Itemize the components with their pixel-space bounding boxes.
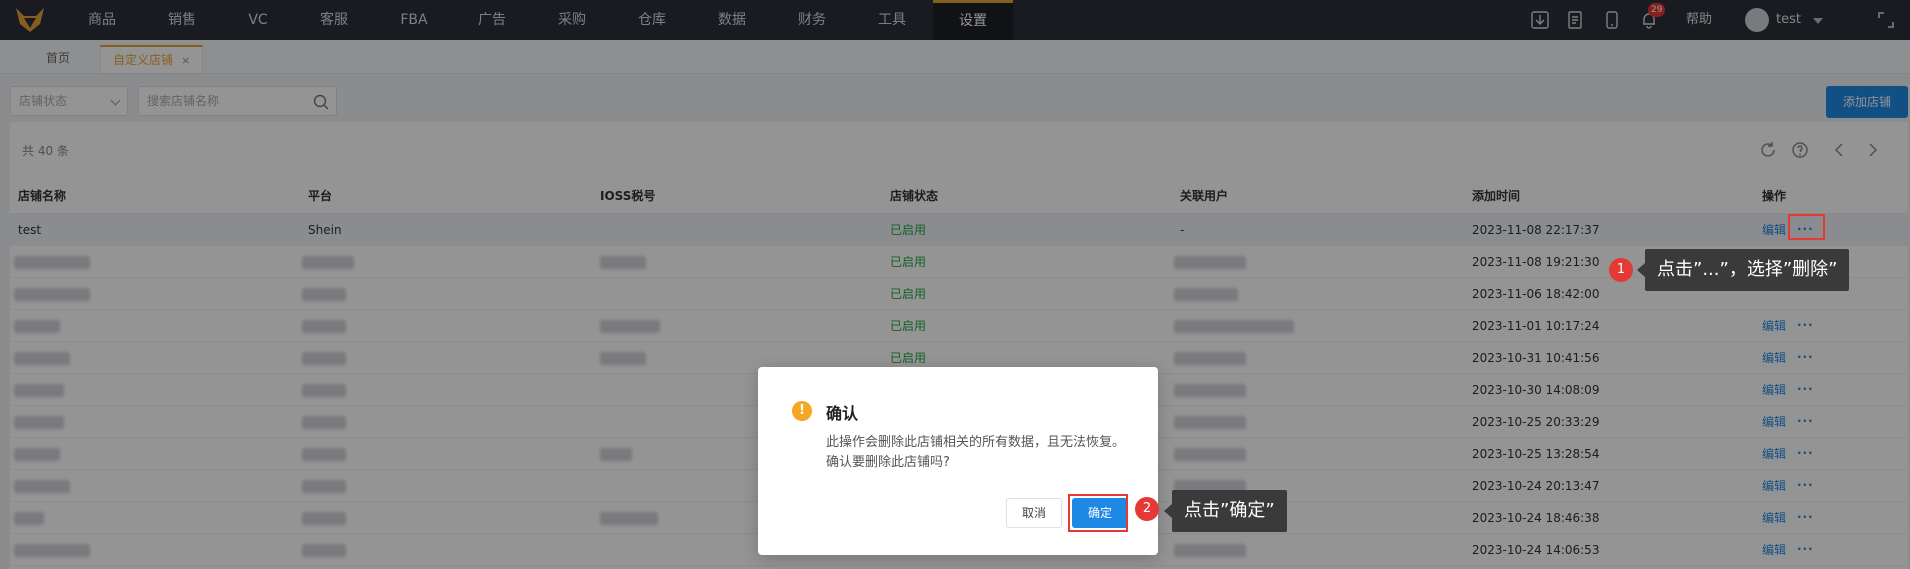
warning-icon: ! — [792, 401, 812, 421]
step-number-2: 2 — [1135, 497, 1159, 521]
step-tooltip-2: 点击”确定” — [1164, 490, 1287, 532]
dialog-title: 确认 — [826, 404, 859, 423]
step-number-1: 1 — [1609, 258, 1633, 282]
step-tooltip-1: 点击”...”，选择”删除” — [1636, 249, 1850, 291]
cancel-button[interactable]: 取消 — [1006, 498, 1062, 528]
highlight-more-button — [1788, 214, 1825, 240]
dialog-message: 此操作会删除此店铺相关的所有数据，且无法恢复。确认要删除此店铺吗? — [826, 435, 1126, 470]
highlight-confirm-button — [1068, 494, 1128, 532]
